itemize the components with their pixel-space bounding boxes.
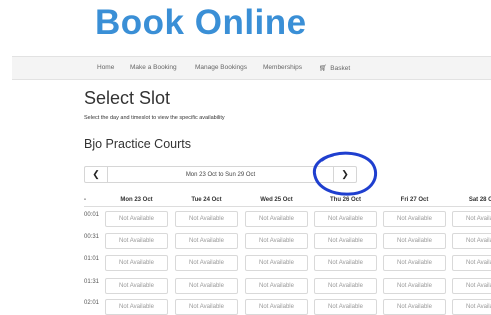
slot-cell[interactable]: Not Available	[245, 278, 308, 294]
day-column-header: Thu 26 Oct	[329, 197, 361, 203]
slot-cell[interactable]: Not Available	[105, 211, 168, 227]
slot-cell[interactable]: Not Available	[175, 278, 238, 294]
time-slot-label: 01:01	[84, 256, 100, 262]
slot-cell[interactable]: Not Available	[314, 255, 377, 271]
brand-title: Book Online	[95, 3, 307, 42]
nav-manage-bookings-link[interactable]: Manage Bookings	[195, 64, 247, 71]
slot-cell[interactable]: Not Available	[383, 278, 446, 294]
slot-cell[interactable]: Not Available	[175, 211, 238, 227]
venue-title: Bjo Practice Courts	[84, 137, 191, 151]
slot-cell[interactable]: Not Available	[245, 255, 308, 271]
nav-basket-link[interactable]: 🛒︎ Basket	[319, 64, 350, 72]
page-title: Select Slot	[84, 88, 171, 108]
day-column-header: Mon 23 Oct	[120, 197, 153, 203]
time-slot-label: 01:31	[84, 279, 100, 285]
slot-cell[interactable]: Not Available	[452, 233, 491, 249]
time-slot-label: 00:01	[84, 212, 100, 218]
slot-cell[interactable]: Not Available	[314, 278, 377, 294]
slot-cell[interactable]: Not Available	[452, 278, 491, 294]
slot-cell[interactable]: Not Available	[383, 233, 446, 249]
slot-cell[interactable]: Not Available	[383, 211, 446, 227]
slot-cell[interactable]: Not Available	[383, 255, 446, 271]
day-column-header: Tue 24 Oct	[191, 197, 222, 203]
nav-memberships-link[interactable]: Memberships	[263, 64, 302, 71]
next-week-button[interactable]: ❯	[333, 167, 356, 182]
week-range-label: Mon 23 Oct to Sun 29 Oct	[185, 171, 256, 178]
previous-week-button[interactable]: ❮	[85, 167, 108, 182]
table-corner-header: -	[84, 197, 86, 203]
slot-cell[interactable]: Not Available	[175, 255, 238, 271]
slot-cell[interactable]: Not Available	[105, 278, 168, 294]
day-column-header: Sat 28 Oct	[468, 197, 491, 203]
slot-cell[interactable]: Not Available	[452, 255, 491, 271]
nav-make-booking-link[interactable]: Make a Booking	[130, 64, 177, 71]
nav-home-link[interactable]: Home	[97, 64, 114, 71]
slot-cell[interactable]: Not Available	[245, 211, 308, 227]
week-navigator: ❮ Mon 23 Oct to Sun 29 Oct ❯	[84, 166, 357, 183]
slot-cell[interactable]: Not Available	[314, 211, 377, 227]
slot-cell[interactable]: Not Available	[105, 233, 168, 249]
slot-cell[interactable]: Not Available	[175, 233, 238, 249]
time-slot-label: 02:01	[84, 300, 100, 306]
time-slot-label: 00:31	[84, 234, 100, 240]
slot-cell[interactable]: Not Available	[105, 255, 168, 271]
slot-cell[interactable]: Not Available	[452, 211, 491, 227]
day-column-header: Wed 25 Oct	[260, 197, 293, 203]
day-column-header: Fri 27 Oct	[400, 197, 429, 203]
chevron-left-icon: ❮	[92, 169, 100, 179]
nav-basket-label: Basket	[330, 65, 351, 72]
slot-cell[interactable]: Not Available	[245, 233, 308, 249]
basket-icon: 🛒︎	[319, 65, 328, 72]
chevron-right-icon: ❯	[341, 169, 349, 179]
page-instruction: Select the day and timeslot to view the …	[84, 115, 225, 121]
slot-cell[interactable]: Not Available	[314, 233, 377, 249]
main-navbar: Home Make a Booking Manage Bookings Memb…	[12, 56, 491, 80]
